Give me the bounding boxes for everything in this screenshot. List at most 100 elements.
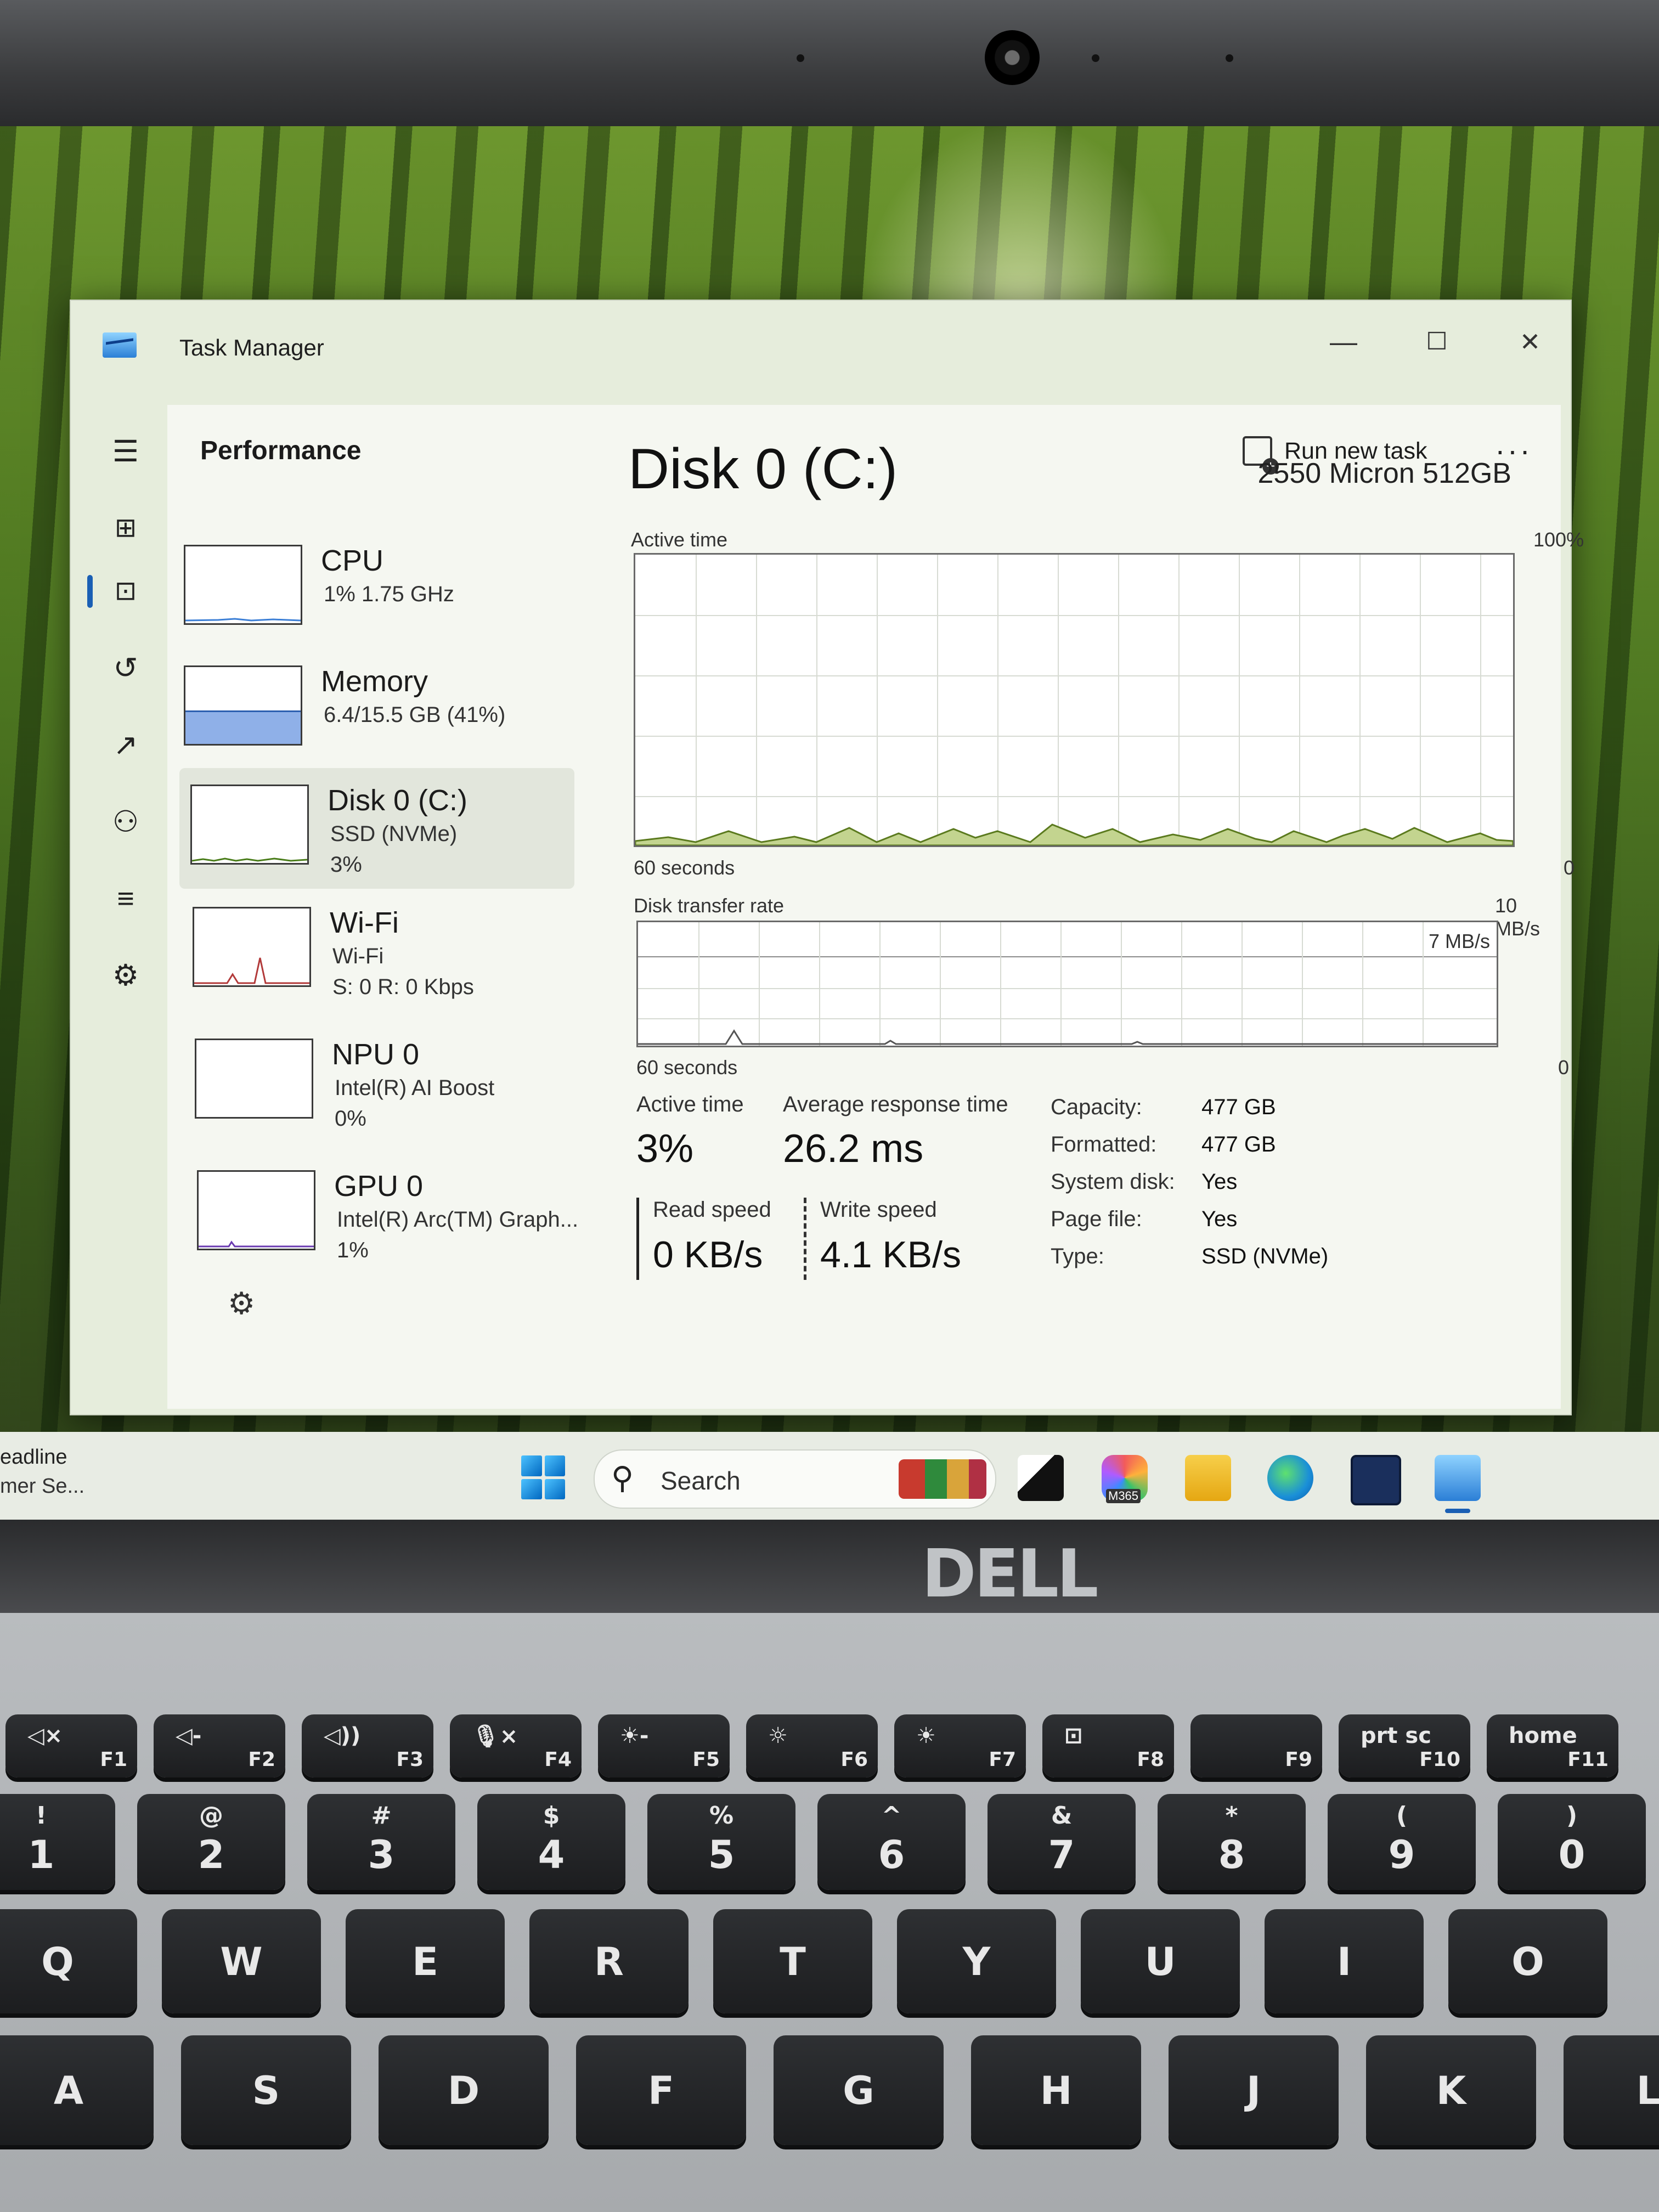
key-s[interactable]: S bbox=[181, 2035, 351, 2145]
taskbar-search[interactable]: ⚲ Search bbox=[594, 1449, 996, 1509]
settings-gear-icon[interactable]: ⚙ bbox=[228, 1285, 255, 1322]
active-time-graph bbox=[634, 553, 1515, 847]
key-f[interactable]: F bbox=[576, 2035, 746, 2145]
hamburger-icon[interactable]: ☰ bbox=[93, 427, 159, 476]
key-j[interactable]: J bbox=[1169, 2035, 1339, 2145]
key-l[interactable]: L bbox=[1564, 2035, 1659, 2145]
key-e[interactable]: E bbox=[346, 1909, 505, 2013]
key-digit: 7 bbox=[1048, 1832, 1075, 1877]
edge-browser-icon[interactable] bbox=[1267, 1455, 1313, 1501]
startup-apps-icon[interactable]: ↗ bbox=[93, 720, 159, 770]
key-letter: O bbox=[1511, 1939, 1544, 1984]
key-glyph: 🎙× bbox=[472, 1724, 518, 1749]
key-2[interactable]: @2 bbox=[137, 1794, 285, 1890]
resource-name: Wi-Fi bbox=[330, 906, 399, 939]
microsoft-store-icon[interactable] bbox=[1351, 1455, 1401, 1505]
close-button[interactable]: ✕ bbox=[1508, 323, 1552, 361]
resource-item-wifi[interactable]: Wi-Fi Wi-Fi S: 0 R: 0 Kbps bbox=[182, 890, 577, 1011]
key-0[interactable]: ) 0 bbox=[1498, 1794, 1646, 1890]
key-f1[interactable]: ◁× F1 bbox=[5, 1714, 137, 1778]
key-k[interactable]: K bbox=[1366, 2035, 1536, 2145]
key-1[interactable]: ! 1 bbox=[0, 1794, 115, 1890]
start-button[interactable] bbox=[521, 1455, 565, 1499]
resource-item-disk[interactable]: Disk 0 (C:) SSD (NVMe) 3% bbox=[179, 768, 574, 889]
resource-item-memory[interactable]: Memory 6.4/15.5 GB (41%) bbox=[173, 649, 568, 770]
key-f6[interactable]: ☼ F6 bbox=[746, 1714, 878, 1778]
key-h[interactable]: H bbox=[971, 2035, 1141, 2145]
window-title: Task Manager bbox=[179, 335, 324, 360]
news-widget-headline[interactable]: eadline bbox=[0, 1446, 67, 1469]
key-f2[interactable]: ◁- F2 bbox=[154, 1714, 285, 1778]
key-fn-label: F7 bbox=[989, 1748, 1016, 1771]
laptop-keyboard-deck: ◁× F1 ◁- F2 ◁)) F3 🎙× F4 ☀- F5 ☼ F6 ☀ F7 ⊡ F8 F9 prt sc F1… bbox=[0, 1613, 1659, 2212]
key-w[interactable]: W bbox=[162, 1909, 321, 2013]
resource-name: Memory bbox=[321, 665, 428, 698]
news-widget-source[interactable]: mer Se... bbox=[0, 1475, 84, 1498]
read-speed-value: 0 KB/s bbox=[653, 1234, 763, 1276]
key-q[interactable]: Q bbox=[0, 1909, 137, 2013]
key-6[interactable]: ^ 6 bbox=[817, 1794, 966, 1890]
key-glyph: ◁× bbox=[27, 1723, 63, 1748]
prop-capacity-value: 477 GB bbox=[1201, 1095, 1276, 1119]
key-8[interactable]: * 8 bbox=[1158, 1794, 1306, 1890]
task-view-icon[interactable] bbox=[1018, 1455, 1064, 1501]
resource-item-cpu[interactable]: CPU 1% 1.75 GHz bbox=[173, 528, 568, 649]
resource-item-npu[interactable]: NPU 0 Intel(R) AI Boost 0% bbox=[184, 1022, 579, 1143]
performance-icon[interactable]: ⊡ bbox=[93, 567, 159, 616]
prop-formatted-label: Formatted: bbox=[1051, 1132, 1157, 1156]
key-glyph: ☀- bbox=[620, 1723, 649, 1748]
key-a[interactable]: A bbox=[0, 2035, 154, 2145]
task-manager-window: Task Manager — ☐ ✕ ☰ ⊞ ⊡ ↺ ↗ ⚇ ≡ ⚙ Perfo… bbox=[70, 300, 1584, 1415]
key-i[interactable]: I bbox=[1265, 1909, 1424, 2013]
key-f4[interactable]: 🎙× F4 bbox=[450, 1714, 582, 1778]
desktop-wallpaper: Task Manager — ☐ ✕ ☰ ⊞ ⊡ ↺ ↗ ⚇ ≡ ⚙ Perfo… bbox=[0, 126, 1659, 1520]
transfer-graph-xlabel: 60 seconds bbox=[636, 1056, 738, 1079]
file-explorer-icon[interactable] bbox=[1185, 1455, 1231, 1501]
key-u[interactable]: U bbox=[1081, 1909, 1240, 2013]
key-f5[interactable]: ☀- F5 bbox=[598, 1714, 730, 1778]
resource-detail: SSD (NVMe) bbox=[330, 822, 458, 846]
users-icon[interactable]: ⚇ bbox=[93, 797, 159, 847]
key-9[interactable]: (9 bbox=[1328, 1794, 1476, 1890]
key-f9[interactable]: F9 bbox=[1190, 1714, 1322, 1778]
key-glyph: ⊡ bbox=[1064, 1723, 1083, 1748]
sensor-dot bbox=[1092, 54, 1099, 62]
performance-panel: Performance Run new task ··· CPU 1% 1.75… bbox=[167, 405, 1584, 1409]
key-y[interactable]: Y bbox=[897, 1909, 1056, 2013]
key-d[interactable]: D bbox=[379, 2035, 549, 2145]
app-history-icon[interactable]: ↺ bbox=[93, 644, 159, 693]
key-f7[interactable]: ☀ F7 bbox=[894, 1714, 1026, 1778]
details-icon[interactable]: ≡ bbox=[93, 874, 159, 923]
key-f8[interactable]: ⊡ F8 bbox=[1042, 1714, 1174, 1778]
key-letter: W bbox=[220, 1939, 263, 1984]
minimize-button[interactable]: — bbox=[1322, 323, 1365, 361]
services-icon[interactable]: ⚙ bbox=[93, 951, 159, 1000]
maximize-button[interactable]: ☐ bbox=[1415, 323, 1459, 361]
key-o[interactable]: O bbox=[1448, 1909, 1607, 2013]
key-glyph: ◁- bbox=[176, 1723, 202, 1748]
m365-copilot-icon[interactable]: M365 bbox=[1102, 1455, 1148, 1503]
key-letter: S bbox=[252, 2068, 280, 2113]
key-t[interactable]: T bbox=[713, 1909, 872, 2013]
key-shift-symbol: @ bbox=[199, 1802, 223, 1830]
key-digit: 6 bbox=[878, 1832, 905, 1877]
title-bar[interactable]: Task Manager — ☐ ✕ bbox=[71, 301, 1571, 383]
m365-label: M365 bbox=[1106, 1489, 1141, 1503]
key-r[interactable]: R bbox=[529, 1909, 689, 2013]
key-4[interactable]: $4 bbox=[477, 1794, 625, 1890]
key-letter: U bbox=[1144, 1939, 1176, 1984]
resource-item-gpu[interactable]: GPU 0 Intel(R) Arc(TM) Graph... 1% bbox=[186, 1154, 581, 1274]
key-fn-label: F6 bbox=[840, 1748, 868, 1771]
resource-usage: 1% bbox=[337, 1238, 369, 1262]
key-f10[interactable]: prt sc F10 bbox=[1339, 1714, 1470, 1778]
key-7[interactable]: & 7 bbox=[988, 1794, 1136, 1890]
key-5[interactable]: % 5 bbox=[647, 1794, 795, 1890]
task-manager-taskbar-icon[interactable] bbox=[1435, 1455, 1481, 1501]
processes-icon[interactable]: ⊞ bbox=[93, 504, 159, 553]
avg-response-label: Average response time bbox=[783, 1092, 1008, 1116]
key-g[interactable]: G bbox=[774, 2035, 944, 2145]
write-speed-label: Write speed bbox=[820, 1198, 937, 1222]
key-3[interactable]: #3 bbox=[307, 1794, 455, 1890]
key-f11[interactable]: home F11 bbox=[1487, 1714, 1618, 1778]
key-f3[interactable]: ◁)) F3 bbox=[302, 1714, 433, 1778]
